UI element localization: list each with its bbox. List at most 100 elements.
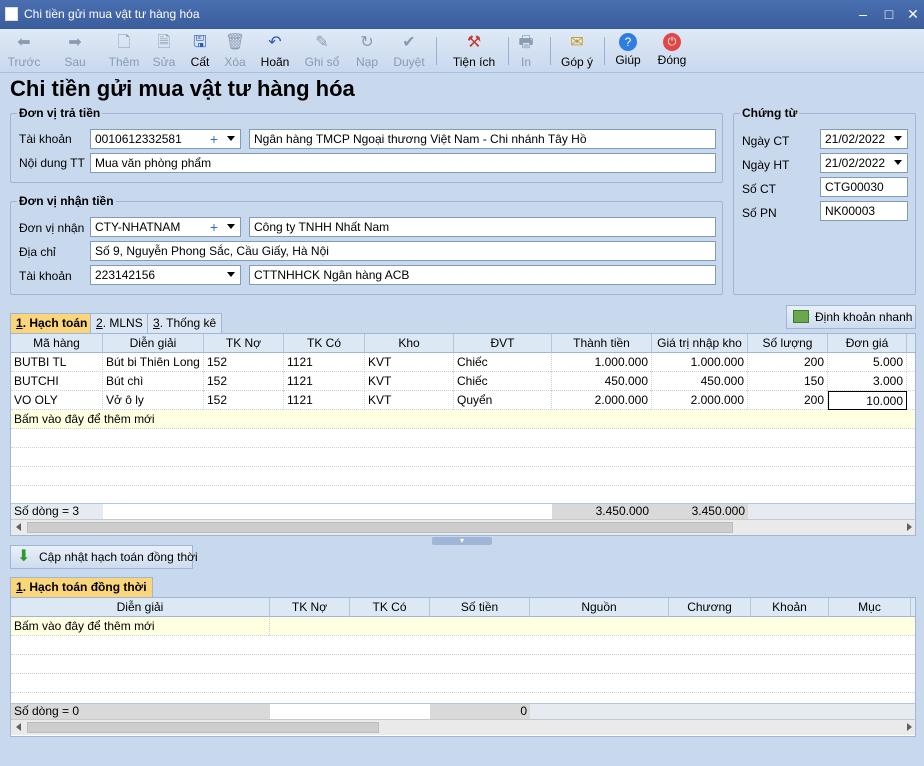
cell-so-luong[interactable]: 150 xyxy=(748,372,828,391)
col-nguon[interactable]: Nguồn xyxy=(530,598,669,617)
col-chuong[interactable]: Chương xyxy=(669,598,751,617)
cell-don-gia-editing[interactable]: 10.000 xyxy=(828,391,907,410)
add-new-row[interactable]: Bấm vào đây để thêm mới xyxy=(11,617,915,636)
col-khoan[interactable]: Khoản xyxy=(751,598,829,617)
approve-button[interactable]: ✔ Duyệt xyxy=(391,31,427,71)
tab-hach-toan[interactable]: 1. Hạch toán xyxy=(10,313,94,333)
cell-gia-tri-nhap-kho[interactable]: 2.000.000 xyxy=(652,391,748,410)
cell-ma-hang[interactable]: BUTBI TL xyxy=(11,353,103,372)
close-icon[interactable]: ✕ xyxy=(902,4,924,24)
print-button[interactable]: 🖶 In xyxy=(514,31,538,71)
cell-don-gia[interactable]: 3.000 xyxy=(828,372,907,391)
scroll-right-icon[interactable] xyxy=(907,723,912,731)
chevron-down-icon[interactable] xyxy=(894,160,902,165)
payee-unit-name-field[interactable]: Công ty TNHH Nhất Nam xyxy=(249,217,716,237)
post-button[interactable]: ✎ Ghi sổ xyxy=(302,31,342,71)
defer-button[interactable]: ↶ Hoãn xyxy=(258,31,292,71)
table-row[interactable]: VO OLY Vở ô ly 152 1121 KVT Quyển 2.000.… xyxy=(11,391,915,410)
chevron-down-icon[interactable] xyxy=(227,224,235,229)
add-button[interactable]: 🗋 Thêm xyxy=(106,31,142,71)
cell-tk-co[interactable]: 1121 xyxy=(284,372,365,391)
quick-entry-button[interactable]: Định khoản nhanh xyxy=(786,305,916,329)
col-dien-giai[interactable]: Diễn giải xyxy=(11,598,270,617)
col-tk-no[interactable]: TK Nợ xyxy=(270,598,350,617)
col-kho[interactable]: Kho xyxy=(365,334,454,353)
scroll-thumb[interactable] xyxy=(27,722,379,733)
cell-thanh-tien[interactable]: 2.000.000 xyxy=(552,391,652,410)
cell-dvt[interactable]: Chiếc xyxy=(454,353,552,372)
col-dien-giai[interactable]: Diễn giải xyxy=(103,334,204,353)
chevron-down-icon[interactable] xyxy=(227,136,235,141)
splitter-handle[interactable]: ▾ xyxy=(432,537,492,545)
cell-tk-co[interactable]: 1121 xyxy=(284,353,365,372)
cell-kho[interactable]: KVT xyxy=(365,372,454,391)
horizontal-scrollbar[interactable] xyxy=(11,719,915,735)
cell-thanh-tien[interactable]: 1.000.000 xyxy=(552,353,652,372)
delete-button[interactable]: 🗑 Xóa xyxy=(220,31,250,71)
col-muc[interactable]: Mục xyxy=(829,598,911,617)
cell-gia-tri-nhap-kho[interactable]: 450.000 xyxy=(652,372,748,391)
cell-tk-no[interactable]: 152 xyxy=(204,391,284,410)
date-ct-picker[interactable]: 21/02/2022 xyxy=(820,129,908,149)
utilities-button[interactable]: ⚒ Tiện ích xyxy=(446,31,502,71)
plus-icon[interactable]: + xyxy=(210,218,218,236)
col-tk-co[interactable]: TK Có xyxy=(284,334,365,353)
scroll-thumb[interactable] xyxy=(27,522,733,533)
cell-dvt[interactable]: Quyển xyxy=(454,391,552,410)
col-thanh-tien[interactable]: Thành tiền xyxy=(552,334,652,353)
scroll-left-icon[interactable] xyxy=(16,523,21,531)
tab-thong-ke[interactable]: 3. Thống kê xyxy=(147,313,223,333)
add-new-row[interactable]: Bấm vào đây để thêm mới xyxy=(11,410,915,429)
save-button[interactable]: 🖫 Cất xyxy=(186,31,214,71)
close-button[interactable]: ⏻ Đóng xyxy=(654,31,690,71)
col-tk-co[interactable]: TK Có xyxy=(350,598,430,617)
cell-so-luong[interactable]: 200 xyxy=(748,353,828,372)
cell-tk-co[interactable]: 1121 xyxy=(284,391,365,410)
add-new-row-text[interactable]: Bấm vào đây để thêm mới xyxy=(11,617,270,636)
cell-dien-giai[interactable]: Bút bi Thiên Long xyxy=(103,353,204,372)
cell-dvt[interactable]: Chiếc xyxy=(454,372,552,391)
payee-unit-combo[interactable]: CTY-NHATNAM + xyxy=(90,217,241,237)
tab-hach-toan-dong-thoi[interactable]: 1. Hạch toán đồng thời xyxy=(10,577,153,597)
col-ma-hang[interactable]: Mã hàng xyxy=(11,334,103,353)
next-button[interactable]: ➡ Sau xyxy=(58,31,92,71)
cell-dien-giai[interactable]: Bút chì xyxy=(103,372,204,391)
cell-gia-tri-nhap-kho[interactable]: 1.000.000 xyxy=(652,353,748,372)
cell-ma-hang[interactable]: VO OLY xyxy=(11,391,103,410)
cell-don-gia[interactable]: 5.000 xyxy=(828,353,907,372)
edit-button[interactable]: 🗎 Sửa xyxy=(148,31,180,71)
cell-thanh-tien[interactable]: 450.000 xyxy=(552,372,652,391)
maximize-icon[interactable]: □ xyxy=(878,4,900,24)
plus-icon[interactable]: + xyxy=(210,130,218,148)
cell-ma-hang[interactable]: BUTCHI xyxy=(11,372,103,391)
chevron-down-icon[interactable] xyxy=(894,136,902,141)
so-pn-field[interactable]: NK00003 xyxy=(820,201,908,221)
col-so-luong[interactable]: Số lượng xyxy=(748,334,828,353)
chevron-down-icon[interactable] xyxy=(227,272,235,277)
payer-content-field[interactable]: Mua văn phòng phẩm xyxy=(90,153,716,173)
col-don-gia[interactable]: Đơn giá xyxy=(828,334,907,353)
payee-address-field[interactable]: Số 9, Nguyễn Phong Sắc, Cầu Giấy, Hà Nội xyxy=(90,241,716,261)
cell-so-luong[interactable]: 200 xyxy=(748,391,828,410)
minimize-icon[interactable]: – xyxy=(852,4,874,24)
table-row[interactable]: BUTBI TL Bút bi Thiên Long 152 1121 KVT … xyxy=(11,353,915,372)
payer-account-combo[interactable]: 0010612332581 + xyxy=(90,129,241,149)
tab-mlns[interactable]: 2. MLNS xyxy=(90,313,149,333)
col-gia-tri-nhap-kho[interactable]: Giá trị nhập kho xyxy=(652,334,748,353)
load-button[interactable]: ↻ Nạp xyxy=(352,31,382,71)
col-tk-no[interactable]: TK Nợ xyxy=(204,334,284,353)
feedback-button[interactable]: ✉ Góp ý xyxy=(558,31,596,71)
so-ct-field[interactable]: CTG00030 xyxy=(820,177,908,197)
prev-button[interactable]: ⬅ Trước xyxy=(6,31,42,71)
table-row[interactable]: BUTCHI Bút chì 152 1121 KVT Chiếc 450.00… xyxy=(11,372,915,391)
scroll-right-icon[interactable] xyxy=(907,523,912,531)
add-new-row-text[interactable]: Bấm vào đây để thêm mới xyxy=(11,410,204,429)
help-button[interactable]: ? Giúp xyxy=(612,31,644,71)
cell-tk-no[interactable]: 152 xyxy=(204,372,284,391)
update-simultaneous-button[interactable]: ⬇ Cập nhật hạch toán đồng thời xyxy=(10,545,198,569)
date-ht-picker[interactable]: 21/02/2022 xyxy=(820,153,908,173)
scroll-left-icon[interactable] xyxy=(16,723,21,731)
payer-bank-name-field[interactable]: Ngân hàng TMCP Ngoại thương Việt Nam - C… xyxy=(249,129,716,149)
cell-dien-giai[interactable]: Vở ô ly xyxy=(103,391,204,410)
cell-tk-no[interactable]: 152 xyxy=(204,353,284,372)
